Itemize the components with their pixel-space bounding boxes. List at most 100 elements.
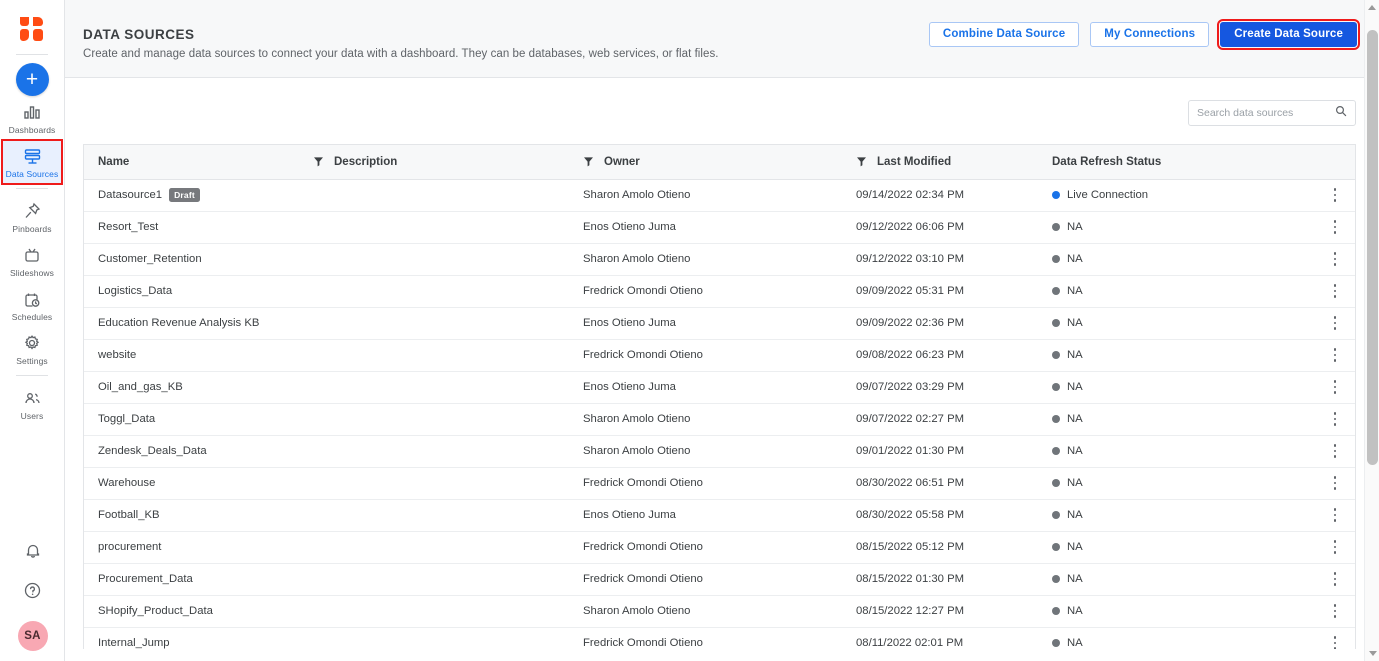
table-head: Name Description Owner Last Modified Dat…	[84, 145, 1355, 180]
search-box[interactable]	[1188, 100, 1356, 126]
cell-name[interactable]: Resort_Test	[84, 211, 299, 244]
cell-name[interactable]: Education Revenue Analysis KB	[84, 307, 299, 340]
sidebar-divider-users	[16, 375, 48, 376]
sidebar-item-users[interactable]: Users	[2, 382, 62, 426]
table-row[interactable]: Education Revenue Analysis KB Enos Otieno…	[84, 307, 1355, 340]
cell-name[interactable]: Toggl_Data	[84, 403, 299, 436]
table-row[interactable]: Internal_Jump Fredrick Omondi Otieno 08/11…	[84, 627, 1355, 649]
kebab-menu-icon[interactable]	[1327, 540, 1343, 554]
plus-icon: +	[25, 68, 39, 91]
cell-name[interactable]: Oil_and_gas_KB	[84, 371, 299, 404]
cell-name[interactable]: Procurement_Data	[84, 563, 299, 596]
kebab-menu-icon[interactable]	[1327, 508, 1343, 522]
status-text: NA	[1067, 541, 1083, 553]
data-source-name: Logistics_Data	[98, 285, 173, 297]
table-row[interactable]: Resort_Test Enos Otieno Juma 09/12/2022 06…	[84, 211, 1355, 244]
kebab-menu-icon[interactable]	[1327, 188, 1343, 202]
pin-icon	[23, 201, 41, 221]
column-header-description[interactable]: Description	[299, 145, 569, 180]
kebab-menu-icon[interactable]	[1327, 412, 1343, 426]
table-row[interactable]: SHopify_Product_Data Sharon Amolo Otieno 0…	[84, 595, 1355, 628]
kebab-menu-icon[interactable]	[1327, 252, 1343, 266]
my-connections-button[interactable]: My Connections	[1090, 22, 1210, 47]
column-header-owner[interactable]: Owner	[569, 145, 842, 180]
column-header-data-refresh-status[interactable]: Data Refresh Status	[1038, 145, 1355, 180]
create-data-source-button[interactable]: Create Data Source	[1217, 19, 1360, 50]
cell-name[interactable]: Internal_Jump	[84, 627, 299, 649]
status-dot	[1052, 447, 1060, 455]
data-sources-table-container: Name Description Owner Last Modified Dat…	[83, 144, 1356, 649]
kebab-menu-icon[interactable]	[1327, 476, 1343, 490]
data-source-name: Datasource1	[98, 189, 163, 201]
kebab-menu-icon[interactable]	[1327, 444, 1343, 458]
sidebar-item-pinboards[interactable]: Pinboards	[2, 195, 62, 239]
kebab-menu-icon[interactable]	[1327, 572, 1343, 586]
sidebar-item-settings[interactable]: Settings	[2, 327, 62, 371]
bell-icon[interactable]	[24, 541, 42, 565]
cell-row-actions	[1313, 435, 1355, 468]
combine-data-source-button[interactable]: Combine Data Source	[928, 22, 1080, 47]
sidebar-item-slideshows[interactable]: Slideshows	[2, 239, 62, 283]
data-source-name: Resort_Test	[98, 221, 159, 233]
kebab-menu-icon[interactable]	[1327, 636, 1343, 649]
table-row[interactable]: Logistics_Data Fredrick Omondi Otieno 09/0…	[84, 275, 1355, 308]
cell-name[interactable]: Football_KB	[84, 499, 299, 532]
table-row[interactable]: website Fredrick Omondi Otieno 09/08/2022 …	[84, 339, 1355, 372]
cell-name[interactable]: Datasource1 Draft	[84, 179, 299, 212]
table-row[interactable]: Warehouse Fredrick Omondi Otieno 08/30/202…	[84, 467, 1355, 500]
sidebar-label-dashboards: Dashboards	[8, 125, 56, 135]
filter-icon-description[interactable]	[313, 156, 324, 167]
cell-data-refresh-status: NA	[1038, 563, 1313, 596]
cell-description	[299, 499, 569, 532]
table-row[interactable]: Zendesk_Deals_Data Sharon Amolo Otieno 09/…	[84, 435, 1355, 468]
status-text: NA	[1067, 317, 1083, 329]
column-label-name: Name	[98, 155, 130, 168]
search-input[interactable]	[1197, 107, 1335, 119]
table-row[interactable]: Football_KB Enos Otieno Juma 08/30/2022 05…	[84, 499, 1355, 532]
table-row[interactable]: procurement Fredrick Omondi Otieno 08/15/2…	[84, 531, 1355, 564]
kebab-menu-icon[interactable]	[1327, 380, 1343, 394]
table-row[interactable]: Toggl_Data Sharon Amolo Otieno 09/07/2022 …	[84, 403, 1355, 436]
cell-name[interactable]: Warehouse	[84, 467, 299, 500]
cell-data-refresh-status: NA	[1038, 595, 1313, 628]
column-header-name[interactable]: Name	[84, 145, 299, 180]
cell-data-refresh-status: NA	[1038, 307, 1313, 340]
cell-name[interactable]: Logistics_Data	[84, 275, 299, 308]
status-dot	[1052, 287, 1060, 295]
filter-icon-owner[interactable]	[583, 156, 594, 167]
sidebar-item-dashboards[interactable]: Dashboards	[2, 96, 62, 140]
scroll-up-arrow-icon[interactable]	[1365, 0, 1379, 15]
table-row[interactable]: Procurement_Data Fredrick Omondi Otieno 08…	[84, 563, 1355, 596]
filter-icon-last-modified[interactable]	[856, 156, 867, 167]
column-header-last-modified[interactable]: Last Modified	[842, 145, 1038, 180]
table-row[interactable]: Oil_and_gas_KB Enos Otieno Juma 09/07/2022…	[84, 371, 1355, 404]
avatar[interactable]: SA	[17, 621, 48, 651]
app-logo[interactable]	[11, 8, 53, 50]
cell-name[interactable]: SHopify_Product_Data	[84, 595, 299, 628]
kebab-menu-icon[interactable]	[1327, 316, 1343, 330]
scroll-down-arrow-icon[interactable]	[1365, 646, 1379, 661]
page-scrollbar[interactable]	[1364, 0, 1379, 661]
kebab-menu-icon[interactable]	[1327, 348, 1343, 362]
cell-description	[299, 243, 569, 276]
kebab-menu-icon[interactable]	[1327, 220, 1343, 234]
cell-name[interactable]: procurement	[84, 531, 299, 564]
cell-row-actions	[1313, 339, 1355, 372]
sidebar-divider-mid	[16, 188, 48, 189]
create-new-button[interactable]: +	[15, 63, 49, 96]
search-icon[interactable]	[1335, 104, 1347, 122]
kebab-menu-icon[interactable]	[1327, 604, 1343, 618]
sidebar-item-data-sources[interactable]: Data Sources	[1, 139, 63, 185]
table-row[interactable]: Datasource1 Draft Sharon Amolo Otieno 09/14…	[84, 179, 1355, 212]
cell-data-refresh-status: NA	[1038, 275, 1313, 308]
scrollbar-thumb[interactable]	[1367, 30, 1378, 465]
kebab-menu-icon[interactable]	[1327, 284, 1343, 298]
cell-name[interactable]: Zendesk_Deals_Data	[84, 435, 299, 468]
cell-name[interactable]: website	[84, 339, 299, 372]
sidebar-item-schedules[interactable]: Schedules	[2, 283, 62, 327]
table-row[interactable]: Customer_Retention Sharon Amolo Otieno 09/…	[84, 243, 1355, 276]
cell-name[interactable]: Customer_Retention	[84, 243, 299, 276]
help-circle-icon[interactable]	[23, 581, 42, 605]
status-text: NA	[1067, 349, 1083, 361]
cell-data-refresh-status: NA	[1038, 371, 1313, 404]
